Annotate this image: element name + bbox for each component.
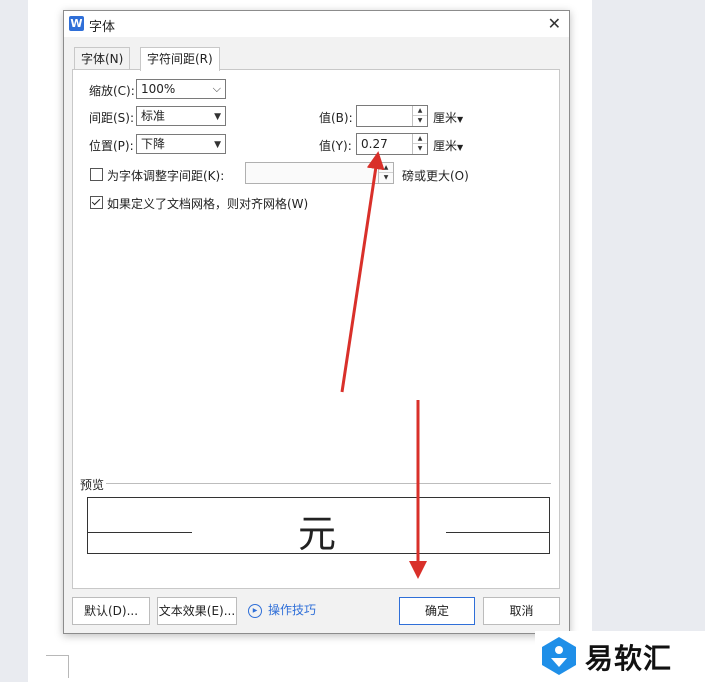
yiruanhui-logo-icon (542, 637, 576, 675)
watermark: 易软汇 (535, 631, 705, 682)
arrow-to-position-value (340, 151, 385, 393)
watermark-text: 易软汇 (585, 642, 673, 675)
tab-character-spacing[interactable]: 字符间距(R) (140, 47, 220, 71)
annotation-arrows (340, 151, 427, 579)
